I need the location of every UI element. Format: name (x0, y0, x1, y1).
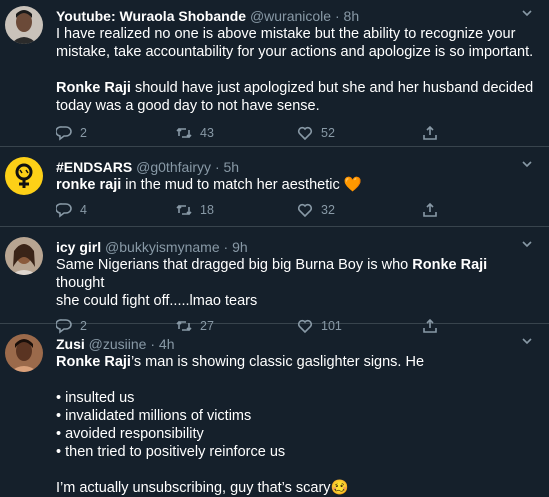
reply-count: 4 (80, 203, 87, 217)
tweet-line-text: I’m actually unsubscribing, guy that’s s… (56, 480, 331, 496)
woozy-face-emoji: 🥴 (330, 480, 349, 496)
tweet-line: Ronke Raji should have just apologized b… (56, 79, 535, 97)
handle[interactable]: @wuranicole (250, 8, 331, 24)
timestamp[interactable]: 5h (224, 159, 240, 175)
tweet-line: she could fight off.....lmao tears (56, 293, 258, 309)
tweet-line: I’m actually unsubscribing, guy that’s s… (56, 479, 535, 497)
heart-icon (297, 203, 313, 218)
like-count: 52 (321, 126, 335, 140)
display-name[interactable]: Zusi (56, 336, 85, 352)
avatar[interactable] (5, 237, 43, 275)
tweet-actions: 4 18 32 (56, 202, 535, 222)
mention-bold: ronke raji (56, 177, 122, 193)
chevron-down-icon[interactable] (519, 333, 535, 351)
retweet-count: 18 (200, 203, 214, 217)
timestamp[interactable]: 9h (232, 239, 248, 255)
bullet-item: • avoided responsibility (56, 426, 204, 442)
handle[interactable]: @g0thfairyy (136, 159, 211, 175)
display-name[interactable]: #ENDSARS (56, 159, 132, 175)
tweet-line-text: thought (56, 275, 105, 291)
chevron-down-icon[interactable] (519, 236, 535, 254)
like-count: 32 (321, 203, 335, 217)
separator: · (214, 159, 220, 175)
timestamp[interactable]: 4h (159, 336, 175, 352)
tweet-line-text: in the mud to match her aesthetic (121, 177, 340, 193)
tweet-line-text: should have just apologized but she and … (130, 80, 534, 96)
tweet-line-text: Same Nigerians that dragged big big Burn… (56, 257, 413, 273)
retweet-count: 43 (200, 126, 214, 140)
mention-bold: Ronke Raji (56, 80, 131, 96)
retweet-icon (176, 204, 192, 216)
tweet-line: ronke raji in the mud to match her aesth… (56, 176, 535, 194)
handle[interactable]: @zusiine (89, 336, 147, 352)
tweet-text: I have realized no one is above mistake … (56, 25, 535, 115)
avatar[interactable] (5, 334, 43, 372)
share-button[interactable] (422, 125, 438, 141)
avatar[interactable] (5, 157, 43, 195)
tweet-line: Ronke Raji’s man is showing classic gasl… (56, 353, 535, 371)
like-button[interactable]: 52 (297, 125, 335, 141)
tweet-line: Same Nigerians that dragged big big Burn… (56, 256, 535, 292)
chevron-down-icon[interactable] (519, 5, 535, 23)
retweet-button[interactable]: 43 (176, 125, 214, 141)
tweet-line-text: ’s man is showing classic gaslighter sig… (130, 354, 425, 370)
separator: · (150, 336, 156, 352)
tweet-line: mistake, take accountability for your ac… (56, 44, 534, 60)
reply-icon (56, 203, 72, 218)
tweet[interactable]: icy girl @bukkyismyname · 9h Same Nigeri… (0, 227, 549, 334)
tweet-text: ronke raji in the mud to match her aesth… (56, 176, 535, 194)
tweet-actions: 2 43 52 (56, 125, 535, 145)
mention-bold: Ronke Raji (56, 354, 131, 370)
tweet[interactable]: Youtube: Wuraola Shobande @wuranicole · … (0, 0, 549, 147)
tweet[interactable]: Zusi @zusiine · 4h Ronke Raji’s man is s… (0, 324, 549, 497)
separator: · (223, 239, 229, 255)
heart-icon (297, 126, 313, 141)
retweet-icon (176, 127, 192, 139)
bullet-item: • then tried to positively reinforce us (56, 444, 286, 460)
tweet[interactable]: #ENDSARS @g0thfairyy · 5h ronke raji in … (0, 147, 549, 227)
share-icon (423, 125, 437, 140)
reply-icon (56, 126, 72, 141)
separator: · (334, 8, 340, 24)
chevron-down-icon[interactable] (519, 156, 535, 174)
bullet-item: • insulted us (56, 390, 135, 406)
display-name[interactable]: Youtube: Wuraola Shobande (56, 8, 246, 24)
mention-bold: Ronke Raji (412, 257, 488, 273)
reply-button[interactable]: 2 (56, 125, 87, 141)
share-button[interactable] (422, 202, 438, 218)
reply-button[interactable]: 4 (56, 202, 87, 218)
timestamp[interactable]: 8h (344, 8, 360, 24)
heart-emoji: 🧡 (343, 177, 362, 193)
tweet-line: I have realized no one is above mistake … (56, 26, 516, 42)
reply-count: 2 (80, 126, 87, 140)
tweet-line: today was a good day to not have sense. (56, 98, 320, 114)
handle[interactable]: @bukkyismyname (105, 239, 220, 255)
bullet-item: • invalidated millions of victims (56, 408, 252, 424)
display-name[interactable]: icy girl (56, 239, 101, 255)
share-icon (423, 202, 437, 217)
retweet-button[interactable]: 18 (176, 202, 214, 218)
like-button[interactable]: 32 (297, 202, 335, 218)
tweet-text: Same Nigerians that dragged big big Burn… (56, 256, 535, 310)
avatar[interactable] (5, 6, 43, 44)
tweet-text: Ronke Raji’s man is showing classic gasl… (56, 353, 535, 497)
